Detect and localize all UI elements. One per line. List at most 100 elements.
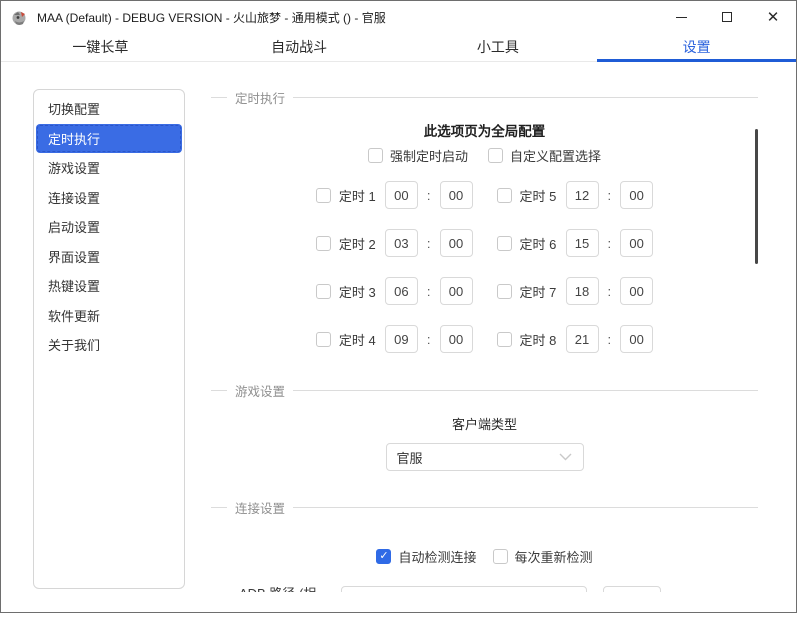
section-title: 游戏设置 — [235, 384, 286, 399]
sidebar-item-timing[interactable]: 定时执行 — [36, 123, 182, 153]
divider — [211, 96, 227, 98]
window-title: MAA (Default) - DEBUG VERSION - 火山旅梦 - 通… — [37, 10, 386, 25]
maximize-button[interactable] — [704, 1, 750, 33]
timer-5-hour-input[interactable] — [565, 181, 599, 209]
divider — [293, 96, 758, 98]
timer-7: ✓ 定时 7 : — [496, 277, 654, 305]
custom-config-checkbox[interactable]: ✓ — [488, 148, 503, 163]
content-scrollbar-thumb[interactable] — [755, 129, 758, 264]
tab-label: 设置 — [682, 39, 711, 55]
close-button[interactable]: ✕ — [750, 1, 796, 33]
checkbox-label: 自定义配置选择 — [510, 149, 602, 164]
section-header-timing: 定时执行 — [211, 89, 758, 106]
divider — [293, 506, 758, 508]
timer-8: ✓ 定时 8 : — [496, 325, 654, 353]
timer-2-checkbox[interactable]: ✓ — [315, 235, 331, 251]
timer-2-minute-input[interactable] — [439, 229, 473, 257]
sidebar-item-startup[interactable]: 启动设置 — [36, 212, 182, 242]
force-timed-start-option[interactable]: ✓ 强制定时启动 — [367, 146, 468, 165]
timer-1-hour-input[interactable] — [384, 181, 418, 209]
sidebar-item-hotkeys[interactable]: 热键设置 — [36, 271, 182, 301]
titlebar: MAA (Default) - DEBUG VERSION - 火山旅梦 - 通… — [1, 1, 796, 33]
redetect-checkbox[interactable]: ✓ — [492, 549, 508, 564]
timer-4: ✓ 定时 4 : — [315, 325, 473, 353]
timer-1-checkbox[interactable]: ✓ — [315, 187, 331, 203]
colon-separator: : — [426, 235, 431, 251]
timing-options-row: ✓ 强制定时启动 ✓ 自定义配置选择 — [211, 146, 758, 165]
timer-label: 定时 2 — [338, 236, 376, 252]
auto-detect-checkbox[interactable]: ✓ — [376, 549, 392, 564]
minimize-icon — [675, 16, 687, 18]
tab-tools[interactable]: 小工具 — [399, 33, 598, 61]
colon-separator: : — [607, 331, 612, 347]
colon-separator: : — [607, 235, 612, 251]
timer-7-minute-input[interactable] — [620, 277, 654, 305]
timer-7-checkbox[interactable]: ✓ — [496, 283, 512, 299]
timer-6-minute-input[interactable] — [620, 229, 654, 257]
client-type-label: 客户端类型 — [451, 417, 517, 432]
sidebar-item-switch-config[interactable]: 切换配置 — [36, 94, 182, 124]
timer-4-minute-input[interactable] — [439, 325, 473, 353]
timer-5-minute-input[interactable] — [620, 181, 654, 209]
adb-path-input[interactable] — [341, 586, 587, 592]
timer-3-hour-input[interactable] — [384, 277, 418, 305]
timer-7-hour-input[interactable] — [565, 277, 599, 305]
timer-6-hour-input[interactable] — [565, 229, 599, 257]
timer-8-hour-input[interactable] — [565, 325, 599, 353]
tab-farming[interactable]: 一键长草 — [1, 33, 200, 61]
client-type-dropdown[interactable]: 官服 — [385, 443, 584, 471]
timer-5-checkbox[interactable]: ✓ — [496, 187, 512, 203]
maximize-icon — [722, 12, 732, 22]
timer-label: 定时 3 — [338, 284, 376, 300]
divider — [211, 389, 227, 391]
timer-grid: ✓ 定时 1 : ✓ 定时 5 : ✓ 定时 2 : — [315, 181, 654, 353]
timer-label: 定时 5 — [519, 188, 557, 204]
dropdown-value: 官服 — [396, 450, 423, 466]
colon-separator: : — [607, 187, 612, 203]
window-controls: ✕ — [658, 1, 796, 33]
sidebar-item-game-settings[interactable]: 游戏设置 — [36, 153, 182, 183]
timer-2-hour-input[interactable] — [384, 229, 418, 257]
tab-settings[interactable]: 设置 — [597, 33, 796, 62]
timer-6-checkbox[interactable]: ✓ — [496, 235, 512, 251]
colon-separator: : — [426, 331, 431, 347]
colon-separator: : — [426, 283, 431, 299]
section-header-connection: 连接设置 — [211, 499, 758, 516]
adb-path-browse-button[interactable] — [603, 586, 661, 592]
section-header-game: 游戏设置 — [211, 382, 758, 399]
sidebar-item-interface[interactable]: 界面设置 — [36, 242, 182, 272]
timer-4-hour-input[interactable] — [384, 325, 418, 353]
minimize-button[interactable] — [658, 1, 704, 33]
tab-underline — [597, 59, 796, 62]
tab-auto-battle[interactable]: 自动战斗 — [200, 33, 399, 61]
timer-label: 定时 1 — [338, 188, 376, 204]
timer-3: ✓ 定时 3 : — [315, 277, 473, 305]
checkbox-label: 自动检测连接 — [398, 550, 477, 565]
check-icon: ✓ — [379, 550, 389, 562]
global-config-note: 此选项页为全局配置 — [423, 124, 546, 139]
timer-label: 定时 6 — [519, 236, 557, 252]
sidebar-item-update[interactable]: 软件更新 — [36, 301, 182, 331]
tab-label: 自动战斗 — [271, 39, 328, 55]
timer-8-checkbox[interactable]: ✓ — [496, 331, 512, 347]
tab-label: 小工具 — [476, 39, 519, 55]
custom-config-option[interactable]: ✓ 自定义配置选择 — [488, 146, 601, 165]
timer-3-minute-input[interactable] — [439, 277, 473, 305]
auto-detect-option[interactable]: ✓ 自动检测连接 — [376, 547, 477, 566]
colon-separator: : — [426, 187, 431, 203]
settings-sidebar: 切换配置 定时执行 游戏设置 连接设置 启动设置 界面设置 热键设置 软件更新 … — [33, 89, 185, 589]
section-title: 连接设置 — [235, 501, 286, 516]
timer-8-minute-input[interactable] — [620, 325, 654, 353]
tab-label: 一键长草 — [72, 39, 129, 55]
section-title: 定时执行 — [235, 91, 286, 106]
checkbox-label: 强制定时启动 — [389, 149, 468, 164]
force-timed-start-checkbox[interactable]: ✓ — [367, 148, 383, 163]
redetect-option[interactable]: ✓ 每次重新检测 — [492, 547, 593, 566]
timer-1-minute-input[interactable] — [439, 181, 473, 209]
app-window: MAA (Default) - DEBUG VERSION - 火山旅梦 - 通… — [0, 0, 797, 613]
sidebar-item-about[interactable]: 关于我们 — [36, 330, 182, 360]
timer-3-checkbox[interactable]: ✓ — [315, 283, 331, 299]
close-icon: ✕ — [766, 8, 780, 26]
timer-4-checkbox[interactable]: ✓ — [315, 331, 331, 347]
sidebar-item-connection[interactable]: 连接设置 — [36, 183, 182, 213]
